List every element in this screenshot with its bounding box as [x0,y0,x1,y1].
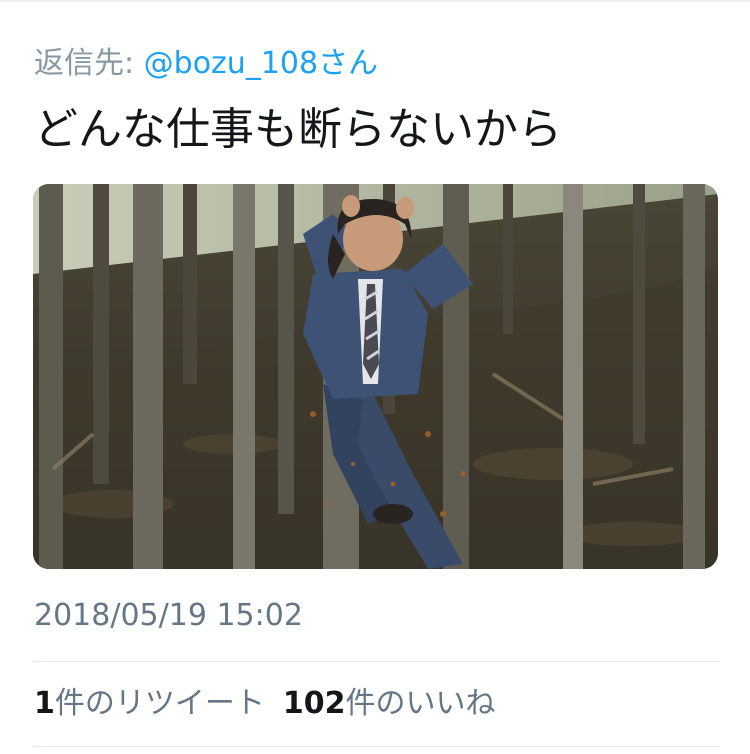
tweet-stats: 1件のリツイート 102件のいいね [34,684,496,724]
divider [34,661,720,662]
reply-to-line: 返信先: @bozu_108さん [34,44,378,84]
like-count: 102 [282,686,346,721]
top-divider [0,0,750,2]
like-stat[interactable]: 102件のいいね [283,686,496,721]
tweet-text: どんな仕事も断らないから [34,104,562,155]
retweet-stat[interactable]: 1件のリツイート [34,686,265,721]
tweet-media-photo[interactable] [33,184,718,569]
reply-to-handle-link[interactable]: @bozu_108さん [144,46,378,81]
retweet-count: 1 [34,686,55,721]
forest-photo-illustration [33,184,718,569]
reply-to-label: 返信先: [34,46,144,81]
like-label: 件のいいね [345,686,496,721]
divider [34,746,720,747]
retweet-label: 件のリツイート [54,686,265,721]
tweet-timestamp: 2018/05/19 15:02 [34,598,303,633]
